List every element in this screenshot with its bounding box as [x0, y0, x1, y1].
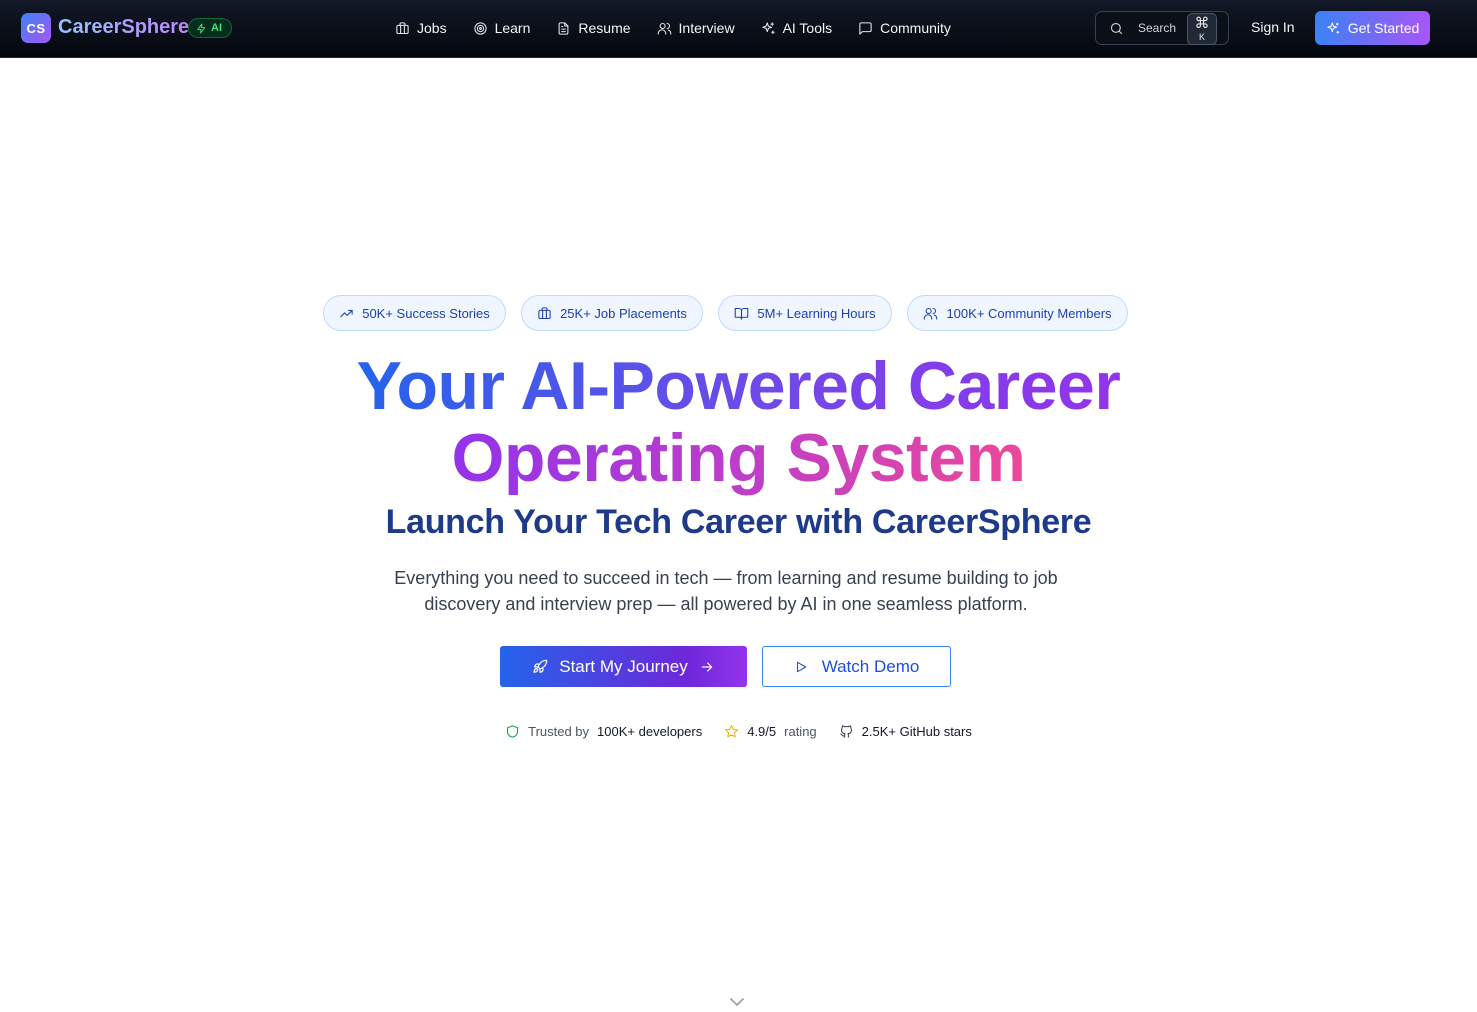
sparkles-icon	[761, 21, 775, 34]
nav-item-label: Community	[880, 20, 951, 36]
users-icon	[924, 307, 938, 320]
stat-label: 5M+ Learning Hours	[757, 305, 876, 321]
message-square-icon	[859, 21, 872, 35]
rating-value: 4.9/5	[747, 724, 777, 739]
trusted-prefix: Trusted by	[528, 724, 590, 739]
book-open-icon	[735, 307, 749, 320]
search-icon	[1109, 21, 1124, 36]
stat-pill-community-members: 100K+ Community Members	[907, 295, 1128, 331]
stat-pill-success-stories: 50K+ Success Stories	[323, 295, 506, 331]
hero-description: Everything you need to succeed in tech —…	[360, 565, 1092, 617]
search-button[interactable]: Search ⌘ K	[1095, 11, 1229, 45]
rating-suffix: rating	[784, 724, 817, 739]
top-navbar: CS CareerSphere AI Jobs Learn Resume Int…	[0, 0, 1477, 58]
watch-demo-button[interactable]: Watch Demo	[762, 646, 951, 687]
nav-item-resume[interactable]: Resume	[556, 20, 631, 36]
github-stars: 2.5K+ GitHub stars	[861, 724, 972, 739]
ai-badge-label: AI	[211, 22, 222, 34]
stat-label: 50K+ Success Stories	[362, 305, 490, 321]
trust-item-rating: 4.9/5 rating	[724, 724, 817, 739]
hero-title-line-1: Your AI-Powered Career	[356, 348, 1121, 424]
rocket-icon	[533, 659, 548, 673]
trust-item-developers: Trusted by 100K+ developers	[505, 724, 702, 739]
brand-name[interactable]: CareerSphere	[58, 15, 189, 39]
nav-item-label: Interview	[678, 20, 735, 36]
nav-item-label: AI Tools	[782, 20, 833, 36]
nav-item-learn[interactable]: Learn	[473, 20, 531, 36]
get-started-button[interactable]: Get Started	[1315, 11, 1430, 45]
hero-subtitle: Launch Your Tech Career with CareerSpher…	[385, 503, 1092, 541]
briefcase-icon	[396, 21, 409, 34]
nav-item-label: Learn	[494, 20, 531, 36]
hero-title-line-2: Operating System	[452, 424, 1026, 500]
scroll-down-chevron-icon[interactable]	[729, 994, 745, 1006]
arrow-right-icon	[701, 661, 713, 672]
start-journey-button[interactable]: Start My Journey	[500, 646, 747, 687]
nav-item-label: Jobs	[417, 20, 447, 36]
trust-item-github: 2.5K+ GitHub stars	[839, 724, 972, 739]
logo-mark[interactable]: CS	[21, 13, 51, 43]
hero-description-line-1: Everything you need to succeed in tech —…	[394, 568, 1058, 588]
stat-label: 100K+ Community Members	[946, 305, 1112, 321]
stat-pill-job-placements: 25K+ Job Placements	[521, 295, 703, 331]
sign-in-link[interactable]: Sign In	[1251, 19, 1295, 35]
hero-description-line-2: discovery and interview prep — all power…	[424, 594, 1028, 614]
sparkles-icon	[1327, 21, 1339, 33]
watch-demo-label: Watch Demo	[821, 656, 920, 676]
nav-item-interview[interactable]: Interview	[657, 20, 735, 36]
target-icon	[473, 21, 487, 35]
users-icon	[657, 22, 671, 35]
shortcut-key: K	[1198, 32, 1205, 42]
ai-badge: AI	[188, 18, 232, 38]
github-icon	[840, 725, 852, 738]
command-key-icon: ⌘	[1194, 15, 1210, 32]
nav-item-ai-tools[interactable]: AI Tools	[761, 20, 833, 36]
nav-item-jobs[interactable]: Jobs	[395, 20, 447, 36]
file-text-icon	[558, 21, 569, 35]
get-started-label: Get Started	[1347, 20, 1420, 36]
nav-item-community[interactable]: Community	[858, 20, 951, 36]
trust-row: Trusted by 100K+ developers 4.9/5 rating…	[0, 724, 1477, 739]
play-icon	[796, 661, 806, 672]
shield-check-icon	[507, 725, 519, 738]
main-nav: Jobs Learn Resume Interview AI Tools Com…	[395, 0, 951, 56]
nav-item-label: Resume	[578, 20, 631, 36]
star-icon	[725, 725, 739, 738]
lightning-icon	[197, 22, 206, 34]
search-label: Search	[1138, 21, 1177, 35]
keyboard-shortcut: ⌘ K	[1187, 13, 1217, 45]
stat-label: 25K+ Job Placements	[560, 305, 687, 321]
trusted-value: 100K+ developers	[597, 724, 703, 739]
start-journey-label: Start My Journey	[559, 656, 688, 676]
trending-up-icon	[340, 309, 353, 317]
stat-pill-learning-hours: 5M+ Learning Hours	[718, 295, 892, 331]
briefcase-icon	[538, 306, 551, 319]
hero-title: Your AI-Powered Career Operating System	[0, 352, 1477, 500]
